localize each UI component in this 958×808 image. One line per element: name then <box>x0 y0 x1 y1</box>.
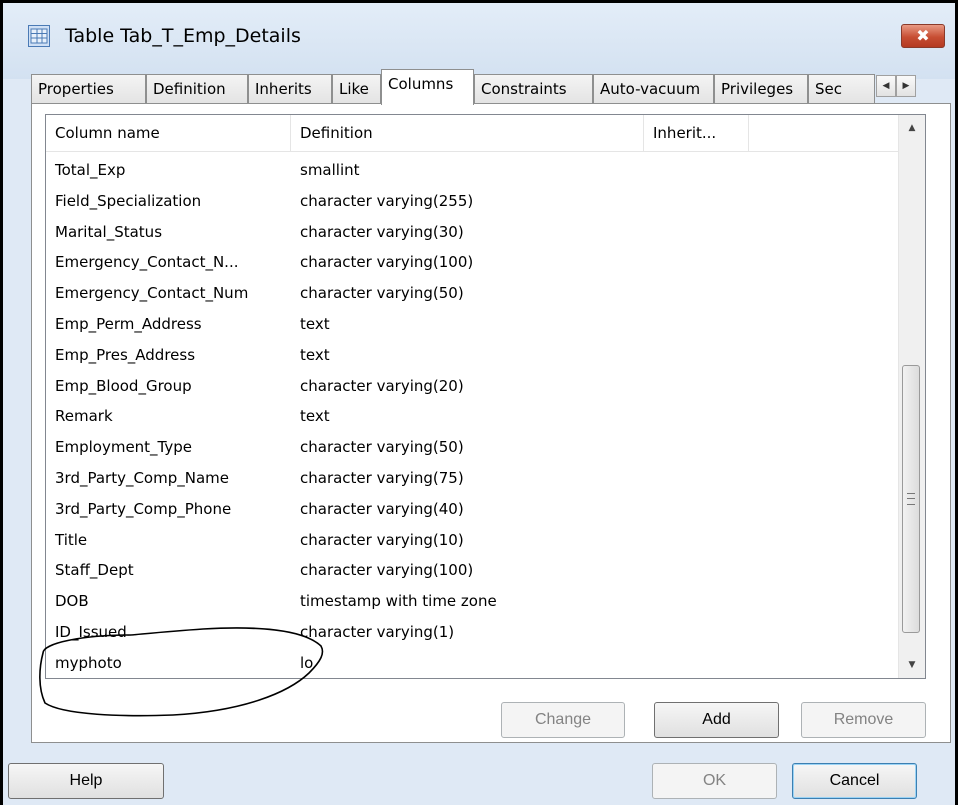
column-definition-cell: lo <box>300 653 314 672</box>
columns-list-header: Column name Definition Inherit... <box>46 115 901 152</box>
tab-properties[interactable]: Properties <box>31 74 146 104</box>
tab-scroll-left-icon[interactable]: ◀ <box>876 75 896 97</box>
scroll-down-icon[interactable]: ▼ <box>899 652 925 678</box>
help-button[interactable]: Help <box>8 763 164 799</box>
column-name-cell: Remark <box>55 407 113 426</box>
ok-button[interactable]: OK <box>652 763 777 799</box>
column-definition-cell: character varying(50) <box>300 284 464 303</box>
tab-definition[interactable]: Definition <box>146 74 248 104</box>
scroll-up-icon[interactable]: ▲ <box>899 115 925 141</box>
header-definition[interactable]: Definition <box>291 115 644 151</box>
add-button[interactable]: Add <box>654 702 779 738</box>
tab-constraints[interactable]: Constraints <box>474 74 593 104</box>
table-icon <box>28 25 50 47</box>
table-properties-dialog: Table Tab_T_Emp_Details ✖ Properties Def… <box>0 0 958 805</box>
columns-rows: Total_Exp smallint Field_Specialization ch… <box>46 155 901 678</box>
column-name-cell: Emergency_Contact_N... <box>55 253 239 272</box>
column-definition-cell: character varying(75) <box>300 468 464 487</box>
table-row[interactable]: Emergency_Contact_N... character varying(… <box>46 247 901 278</box>
tab-auto-vacuum[interactable]: Auto-vacuum <box>593 74 714 104</box>
column-name-cell: Emergency_Contact_Num <box>55 284 249 303</box>
table-row[interactable]: Emp_Perm_Address text <box>46 309 901 340</box>
column-definition-cell: character varying(30) <box>300 222 464 241</box>
table-row[interactable]: 3rd_Party_Comp_Name character varying(75) <box>46 463 901 494</box>
column-name-cell: ID_Issued <box>55 622 127 641</box>
table-row[interactable]: myphoto lo <box>46 648 901 678</box>
column-name-cell: myphoto <box>55 653 122 672</box>
column-definition-cell: timestamp with time zone <box>300 592 497 611</box>
column-name-cell: Emp_Pres_Address <box>55 345 196 364</box>
column-name-cell: Emp_Blood_Group <box>55 376 192 395</box>
column-definition-cell: smallint <box>300 161 360 179</box>
tab-strip: Properties Definition Inherits Like Colu… <box>31 69 947 105</box>
table-row[interactable]: Marital_Status character varying(30) <box>46 217 901 248</box>
window-title: Table Tab_T_Emp_Details <box>65 25 301 47</box>
column-name-cell: 3rd_Party_Comp_Name <box>55 468 229 487</box>
tab-security[interactable]: Sec <box>808 74 875 104</box>
columns-tab-panel: Column name Definition Inherit... Total_… <box>31 103 951 743</box>
column-definition-cell: text <box>300 314 330 333</box>
table-row[interactable]: 3rd_Party_Comp_Phone character varying(40… <box>46 494 901 525</box>
table-row[interactable]: DOB timestamp with time zone <box>46 586 901 617</box>
header-column-name[interactable]: Column name <box>46 115 291 151</box>
column-name-cell: Employment_Type <box>55 438 193 457</box>
table-row[interactable]: Emp_Blood_Group character varying(20) <box>46 371 901 402</box>
column-name-cell: Field_Specialization <box>55 191 202 210</box>
column-name-cell: Staff_Dept <box>55 561 134 580</box>
grip-icon <box>907 493 915 505</box>
tab-privileges[interactable]: Privileges <box>714 74 808 104</box>
tab-scroll-right-icon[interactable]: ▶ <box>896 75 916 97</box>
table-row[interactable]: Emp_Pres_Address text <box>46 340 901 371</box>
close-button[interactable]: ✖ <box>901 24 945 48</box>
column-name-cell: Total_Exp <box>55 161 126 179</box>
column-definition-cell: character varying(10) <box>300 530 464 549</box>
column-name-cell: Title <box>55 530 88 549</box>
change-button[interactable]: Change <box>501 702 625 738</box>
column-definition-cell: text <box>300 345 330 364</box>
column-definition-cell: character varying(100) <box>300 561 474 580</box>
title-bar: Table Tab_T_Emp_Details ✖ <box>3 3 955 79</box>
table-row[interactable]: ID_Issued character varying(1) <box>46 617 901 648</box>
scrollbar-thumb[interactable] <box>902 365 920 633</box>
tab-inherits[interactable]: Inherits <box>248 74 332 104</box>
table-row[interactable]: Staff_Dept character varying(100) <box>46 555 901 586</box>
tab-columns[interactable]: Columns <box>381 69 474 105</box>
column-definition-cell: character varying(100) <box>300 253 474 272</box>
remove-button[interactable]: Remove <box>801 702 926 738</box>
table-row[interactable]: Employment_Type character varying(50) <box>46 432 901 463</box>
column-name-cell: DOB <box>55 592 89 611</box>
close-icon: ✖ <box>916 26 930 45</box>
column-name-cell: Marital_Status <box>55 222 163 241</box>
vertical-scrollbar[interactable]: ▲ ▼ <box>898 115 925 678</box>
column-name-cell: 3rd_Party_Comp_Phone <box>55 499 232 518</box>
table-row[interactable]: Title character varying(10) <box>46 525 901 556</box>
table-row[interactable]: Remark text <box>46 401 901 432</box>
column-name-cell: Emp_Perm_Address <box>55 314 202 333</box>
table-row[interactable]: Emergency_Contact_Num character varying(5… <box>46 278 901 309</box>
cancel-button[interactable]: Cancel <box>792 763 917 799</box>
table-row[interactable]: Total_Exp smallint <box>46 155 901 186</box>
table-row[interactable]: Field_Specialization character varying(25… <box>46 186 901 217</box>
header-inherited[interactable]: Inherit... <box>644 115 749 151</box>
column-definition-cell: character varying(40) <box>300 499 464 518</box>
tab-like[interactable]: Like <box>332 74 381 104</box>
columns-list[interactable]: Column name Definition Inherit... Total_… <box>45 114 926 679</box>
column-definition-cell: character varying(20) <box>300 376 464 395</box>
column-definition-cell: character varying(255) <box>300 191 474 210</box>
column-definition-cell: text <box>300 407 330 426</box>
column-definition-cell: character varying(50) <box>300 438 464 457</box>
column-definition-cell: character varying(1) <box>300 622 455 641</box>
